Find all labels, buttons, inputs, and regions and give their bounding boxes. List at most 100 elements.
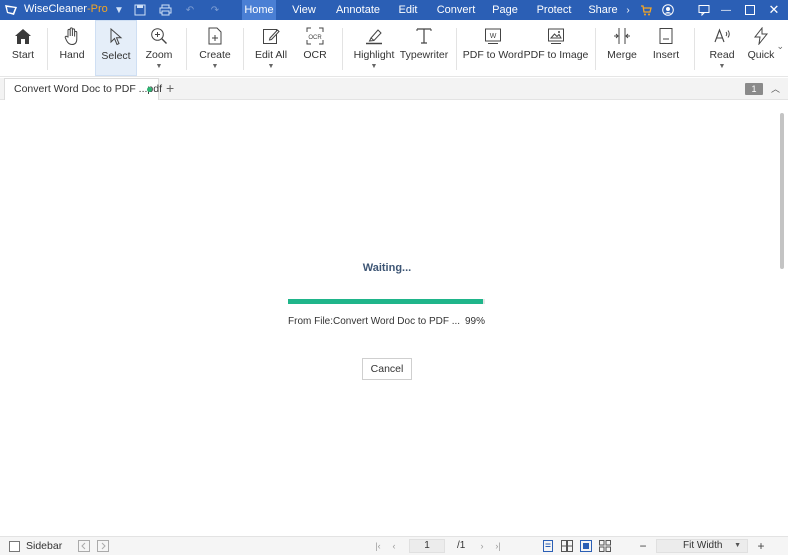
next-page-icon[interactable]: ›	[475, 539, 489, 553]
menu-view[interactable]: View	[276, 0, 332, 20]
continuous-view-icon[interactable]	[579, 539, 593, 553]
edit-all-button[interactable]: Edit All ▼	[251, 20, 291, 76]
divider	[694, 28, 695, 70]
close-icon[interactable]: ✕	[766, 2, 782, 18]
save-icon[interactable]	[132, 2, 148, 18]
edit-icon	[261, 26, 281, 46]
title-bar: WiseCleaner-Pro ▼ ↶ ↷ Home View Annotate…	[0, 0, 788, 20]
minimize-icon[interactable]: —	[718, 2, 734, 18]
pdf-to-image-icon	[546, 26, 566, 46]
progress-bar	[288, 299, 485, 304]
svg-text:W: W	[490, 33, 497, 40]
current-page-input[interactable]: 1	[409, 539, 445, 553]
highlight-button[interactable]: Highlight ▼	[351, 20, 397, 76]
hand-icon	[62, 26, 82, 46]
insert-button[interactable]: Insert	[647, 20, 685, 76]
source-file-text: From File:Convert Word Doc to PDF ...	[288, 316, 461, 327]
zoom-label: Zoom	[145, 49, 173, 61]
app-logo-icon	[5, 5, 17, 15]
thumbnail-view-icon[interactable]	[598, 539, 612, 553]
typewriter-label: Typewriter	[399, 49, 449, 61]
cancel-button[interactable]: Cancel	[362, 358, 412, 380]
sidebar-checkbox[interactable]	[9, 541, 20, 552]
cart-icon[interactable]	[638, 2, 654, 18]
zoom-select[interactable]: Fit Width ▼	[656, 539, 748, 553]
home-icon	[13, 26, 33, 46]
read-label: Read	[709, 49, 735, 61]
menu-edit[interactable]: Edit	[384, 0, 432, 20]
next-view-icon[interactable]	[96, 539, 110, 553]
create-button[interactable]: Create ▼	[196, 20, 234, 76]
start-button[interactable]: Start	[4, 20, 42, 76]
select-button[interactable]: Select	[95, 20, 137, 76]
menu-home[interactable]: Home	[242, 0, 276, 20]
previous-page-icon[interactable]: ‹	[387, 539, 401, 553]
typewriter-button[interactable]: Typewriter	[399, 20, 449, 76]
highlight-label: Highlight	[353, 49, 395, 61]
divider	[342, 28, 343, 70]
create-label: Create	[199, 49, 231, 61]
maximize-icon[interactable]	[742, 2, 758, 18]
chevron-down-icon: ▼	[370, 63, 378, 70]
dropdown-icon[interactable]: ▼	[111, 2, 127, 18]
chevron-up-icon[interactable]: ︿	[771, 82, 780, 95]
zoom-in-button[interactable]: +	[754, 539, 768, 553]
divider	[595, 28, 596, 70]
chevron-down-icon[interactable]: ⌄	[776, 41, 784, 52]
menu-protect[interactable]: Protect	[530, 0, 578, 20]
menu-convert[interactable]: Convert	[432, 0, 480, 20]
more-menu-icon[interactable]: ›	[620, 2, 636, 18]
merge-button[interactable]: Merge	[603, 20, 641, 76]
feedback-icon[interactable]	[696, 2, 712, 18]
print-icon[interactable]	[157, 2, 173, 18]
progress-percent: 99%	[464, 316, 485, 327]
menu-annotate[interactable]: Annotate	[332, 0, 384, 20]
first-page-icon[interactable]: |‹	[371, 539, 385, 553]
quick-button[interactable]: Quick	[744, 20, 778, 76]
divider	[47, 28, 48, 70]
pdf-to-word-button[interactable]: W PDF to Word	[463, 20, 523, 76]
read-button[interactable]: Read ▼	[703, 20, 741, 76]
two-page-view-icon[interactable]	[560, 539, 574, 553]
chevron-down-icon: ▼	[718, 63, 726, 70]
svg-text:OCR: OCR	[308, 35, 322, 41]
quick-label: Quick	[747, 49, 775, 61]
chevron-down-icon: ▼	[155, 63, 163, 70]
merge-label: Merge	[607, 49, 637, 61]
select-label: Select	[101, 50, 131, 62]
redo-icon[interactable]: ↷	[207, 2, 223, 18]
hand-button[interactable]: Hand	[52, 20, 92, 76]
menu-page[interactable]: Page	[480, 0, 530, 20]
read-icon	[712, 26, 732, 46]
last-page-icon[interactable]: ›|	[491, 539, 505, 553]
previous-view-icon[interactable]	[77, 539, 91, 553]
account-icon[interactable]	[660, 2, 676, 18]
edit-all-label: Edit All	[254, 49, 288, 61]
divider	[186, 28, 187, 70]
total-pages: /1	[457, 540, 466, 551]
ocr-icon: OCR	[305, 26, 325, 46]
undo-icon[interactable]: ↶	[182, 2, 198, 18]
document-tab[interactable]: Convert Word Doc to PDF ...pdf	[4, 78, 162, 100]
menu-bar: Home View Annotate Edit Convert Page Pro…	[242, 0, 628, 20]
pdf-to-image-button[interactable]: PDF to Image	[523, 20, 589, 76]
insert-icon	[656, 26, 676, 46]
zoom-icon	[149, 26, 169, 46]
progress-title: Waiting...	[362, 262, 412, 274]
add-tab-button[interactable]: +	[166, 80, 174, 96]
chevron-down-icon: ▼	[211, 63, 219, 70]
ocr-button[interactable]: OCR OCR	[298, 20, 332, 76]
zoom-out-button[interactable]: −	[636, 539, 650, 553]
pdf-to-word-icon: W	[483, 26, 503, 46]
typewriter-icon	[414, 26, 434, 46]
insert-label: Insert	[652, 49, 680, 61]
scrollbar-thumb[interactable]	[780, 113, 784, 269]
start-label: Start	[11, 49, 35, 61]
single-page-view-icon[interactable]	[541, 539, 555, 553]
zoom-button[interactable]: Zoom ▼	[141, 20, 177, 76]
merge-icon	[612, 26, 632, 46]
app-name: WiseCleaner-Pro	[24, 3, 108, 15]
sidebar-label: Sidebar	[26, 540, 63, 552]
create-icon	[205, 26, 225, 46]
pdf-to-image-label: PDF to Image	[523, 49, 589, 61]
